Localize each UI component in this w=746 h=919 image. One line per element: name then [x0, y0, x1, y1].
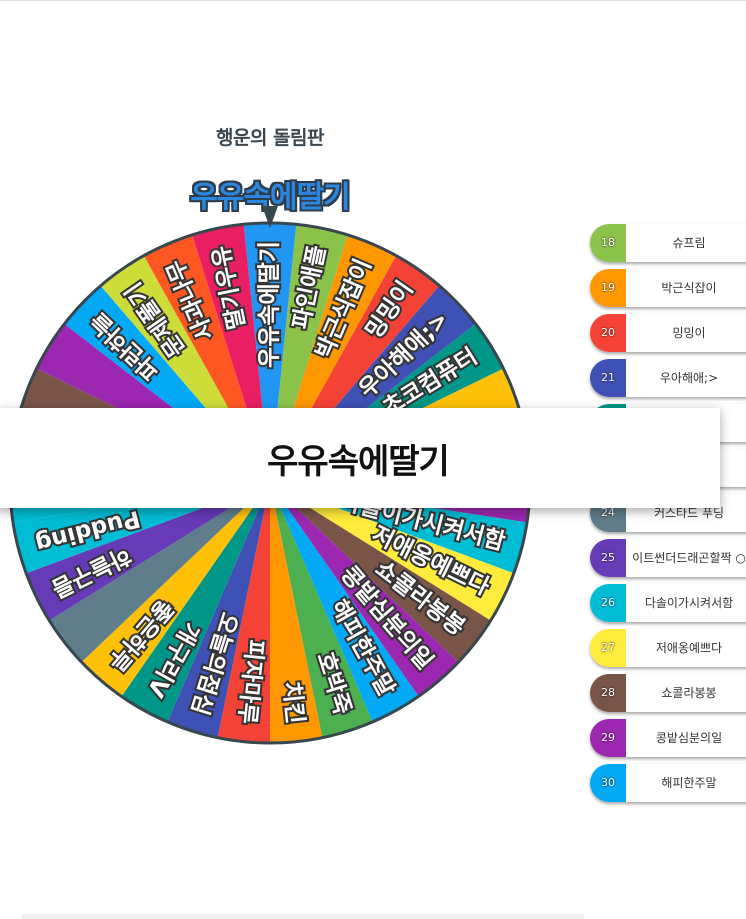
wheel-segment-label: 우유속에딸기 [257, 241, 283, 368]
result-banner[interactable]: 우유속에딸기 [0, 408, 720, 508]
wheel-pointer-icon [262, 206, 278, 228]
wheel-segment-label: 치킨 [278, 680, 308, 725]
result-text: 우유속에딸기 [267, 441, 450, 482]
